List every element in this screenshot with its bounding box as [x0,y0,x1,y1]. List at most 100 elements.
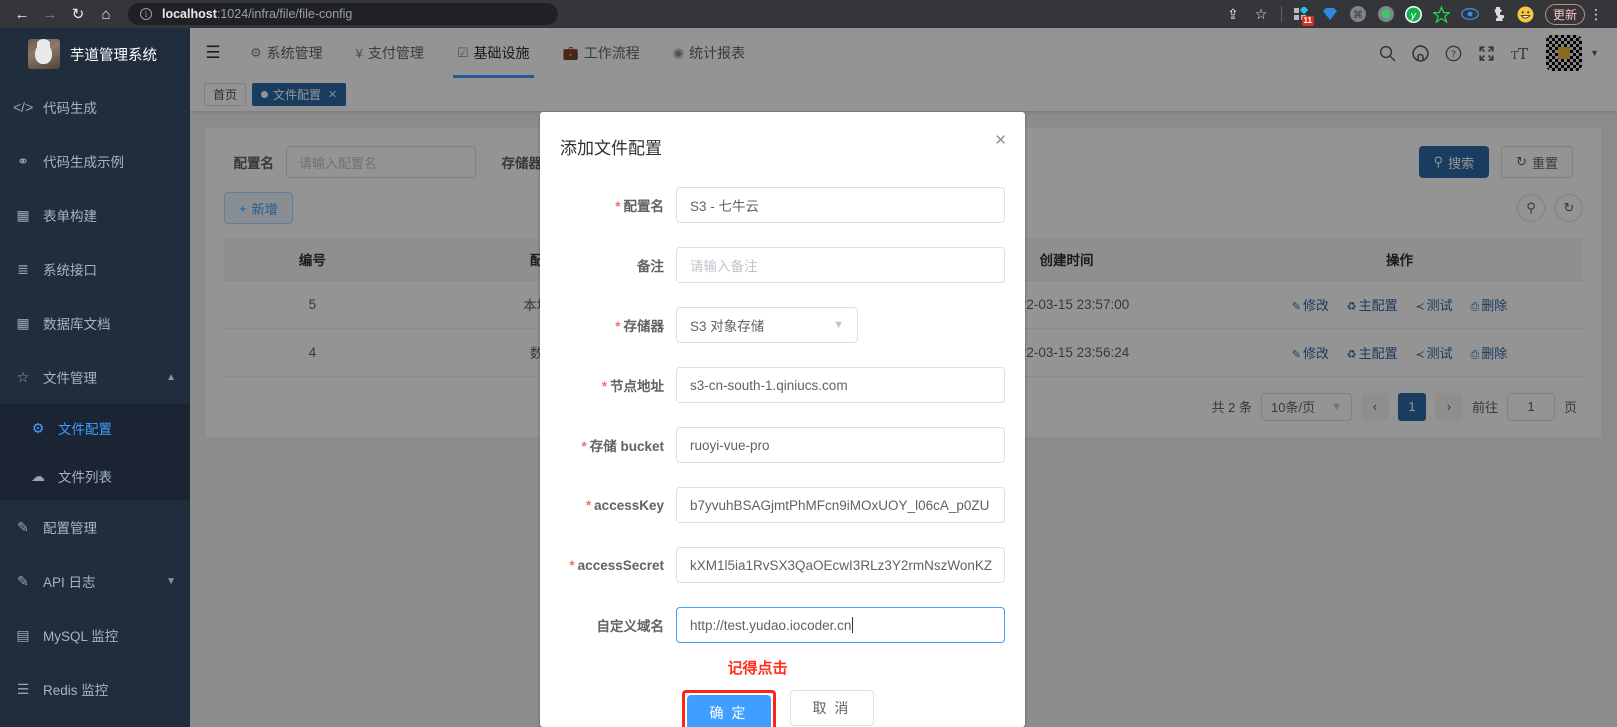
required-marker: * [586,498,591,513]
back-arrow-icon[interactable]: ← [8,2,36,26]
sidebar-item-label: 文件列表 [58,466,112,486]
edit-square-icon: ✎ [13,519,33,536]
sidebar-item-config-management[interactable]: ✎ 配置管理 [0,500,190,554]
form-label: *配置名 [560,195,676,215]
upload-cloud-icon: ☁ [28,468,48,485]
sidebar-item-mysql-monitor[interactable]: ▤ MySQL 监控 [0,608,190,662]
url-host: localhost [162,7,217,21]
sidebar-item-file-management[interactable]: ☆ 文件管理 ▲ [0,350,190,404]
chevron-down-icon: ▼ [166,576,176,587]
form-label-text: 存储器 [624,319,665,334]
sidebar-item-system-api[interactable]: ≣ 系统接口 [0,242,190,296]
eye-extension-icon[interactable] [1457,2,1483,26]
extension-badge: 11 [1302,16,1314,26]
sidebar-item-label: 配置管理 [43,517,97,537]
form-label-text: 备注 [637,259,664,274]
input-remark[interactable]: 请输入备注 [676,247,1005,283]
input-config-name[interactable]: S3 - 七牛云 [676,187,1005,223]
dialog-title: 添加文件配置 [560,134,1005,159]
sidebar-item-label: 系统接口 [43,259,97,279]
diamond-extension-icon[interactable] [1317,2,1343,26]
layers-icon: ☰ [13,681,33,698]
input-access-secret[interactable]: kXM1l5ia1RvSX3QaOEcwI3RLz3Y2rmNszWonKZ [676,547,1005,583]
sliders-icon: ≣ [13,261,33,278]
brand-logo-icon [28,39,60,69]
form-row-access-secret: * accessSecret kXM1l5ia1RvSX3QaOEcwI3RLz3… [560,547,1005,583]
folder-icon: ☆ [13,369,33,386]
share-icon[interactable]: ⇪ [1220,2,1246,26]
add-file-config-dialog: 添加文件配置 ✕ *配置名 S3 - 七牛云 备注 请输入备注 * 存储器 S3 … [540,112,1025,727]
reload-icon[interactable]: ↻ [64,2,92,26]
form-row-config-name: *配置名 S3 - 七牛云 [560,187,1005,223]
text-cursor [852,617,853,633]
update-button[interactable]: 更新 [1545,4,1585,25]
sidebar-item-label: 表单构建 [43,205,97,225]
youdao-extension-icon[interactable]: y [1401,2,1427,26]
dialog-header: 添加文件配置 ✕ [540,112,1025,159]
form-label: 自定义域名 [560,615,676,635]
form-row-storage: * 存储器 S3 对象存储 ▼ [560,307,1005,343]
chevron-down-icon: ▼ [833,319,844,331]
form-label: * 存储器 [560,315,676,335]
form-label-text: accessSecret [578,558,664,573]
command-extension-icon[interactable]: ⌘ [1345,2,1371,26]
sidebar: 芋道管理系统 </> 代码生成 ⚭ 代码生成示例 ▦ 表单构建 ≣ 系统接口 ▦… [0,28,190,727]
sidebar-item-file-config[interactable]: ⚙ 文件配置 [0,404,190,452]
form-label: * accessSecret [560,558,676,573]
browser-toolbar: ← → ↻ ⌂ i localhost:1024/infra/file/file… [0,0,1617,28]
sidebar-item-file-list[interactable]: ☁ 文件列表 [0,452,190,500]
grid-icon: ▦ [13,207,33,224]
required-marker: * [615,199,620,214]
url-text: localhost:1024/infra/file/file-config [162,7,352,21]
sidebar-item-code-generator[interactable]: </> 代码生成 [0,80,190,134]
select-value: S3 对象存储 [690,315,764,335]
sidebar-item-label: 文件配置 [58,418,112,438]
form-label: *节点地址 [560,375,676,395]
close-icon[interactable]: ✕ [994,131,1007,149]
brand[interactable]: 芋道管理系统 [0,28,190,80]
address-bar[interactable]: i localhost:1024/infra/file/file-config [128,3,558,25]
input-endpoint[interactable]: s3-cn-south-1.qiniucs.com [676,367,1005,403]
code-icon: </> [13,99,33,115]
form-label-text: accessKey [594,498,664,513]
home-icon[interactable]: ⌂ [92,2,120,26]
sidebar-item-code-generator-demo[interactable]: ⚭ 代码生成示例 [0,134,190,188]
kebab-menu-icon[interactable]: ⋮ [1587,6,1605,23]
sidebar-item-label: MySQL 监控 [43,625,118,645]
sidebar-item-api-log[interactable]: ✎ API 日志 ▼ [0,554,190,608]
sidebar-item-database-doc[interactable]: ▦ 数据库文档 [0,296,190,350]
sidebar-submenu-file-management: ⚙ 文件配置 ☁ 文件列表 [0,404,190,500]
star-outline-extension-icon[interactable] [1429,2,1455,26]
extension-grid-icon[interactable]: 11 [1289,2,1315,26]
puzzle-extension-icon[interactable] [1485,2,1511,26]
input-access-key[interactable]: b7yvuhBSAGjmtPhMFcn9iMOxUOY_l06cA_p0ZU [676,487,1005,523]
cancel-button[interactable]: 取 消 [790,690,874,726]
required-marker: * [602,379,607,394]
form-label-text: 自定义域名 [597,619,665,634]
circle-extension-icon[interactable] [1373,2,1399,26]
annotation-text: 记得点击 [560,657,1005,678]
required-marker: * [615,319,620,334]
required-marker: * [569,558,574,573]
sidebar-item-form-builder[interactable]: ▦ 表单构建 [0,188,190,242]
confirm-button[interactable]: 确 定 [687,695,771,727]
brand-title: 芋道管理系统 [70,44,157,65]
form-row-access-key: *accessKey b7yvuhBSAGjmtPhMFcn9iMOxUOY_l… [560,487,1005,523]
input-value: http://test.yudao.iocoder.cn [690,618,851,633]
app-root: 芋道管理系统 </> 代码生成 ⚭ 代码生成示例 ▦ 表单构建 ≣ 系统接口 ▦… [0,28,1617,727]
sidebar-item-label: 代码生成示例 [43,151,124,171]
sidebar-item-label: 文件管理 [43,367,97,387]
site-info-icon[interactable]: i [140,8,152,20]
forward-arrow-icon: → [36,2,64,26]
url-path: :1024/infra/file/file-config [217,7,353,21]
input-custom-domain[interactable]: http://test.yudao.iocoder.cn [676,607,1005,643]
star-icon[interactable]: ☆ [1248,2,1274,26]
select-storage[interactable]: S3 对象存储 ▼ [676,307,858,343]
svg-text:⌘: ⌘ [1353,10,1363,21]
input-bucket[interactable]: ruoyi-vue-pro [676,427,1005,463]
form-label-text: 节点地址 [610,379,664,394]
monitor-icon: ▤ [13,627,33,644]
sidebar-item-redis-monitor[interactable]: ☰ Redis 监控 [0,662,190,716]
confirm-highlight: 确 定 [682,690,776,727]
emoji-extension-icon[interactable] [1513,2,1539,26]
